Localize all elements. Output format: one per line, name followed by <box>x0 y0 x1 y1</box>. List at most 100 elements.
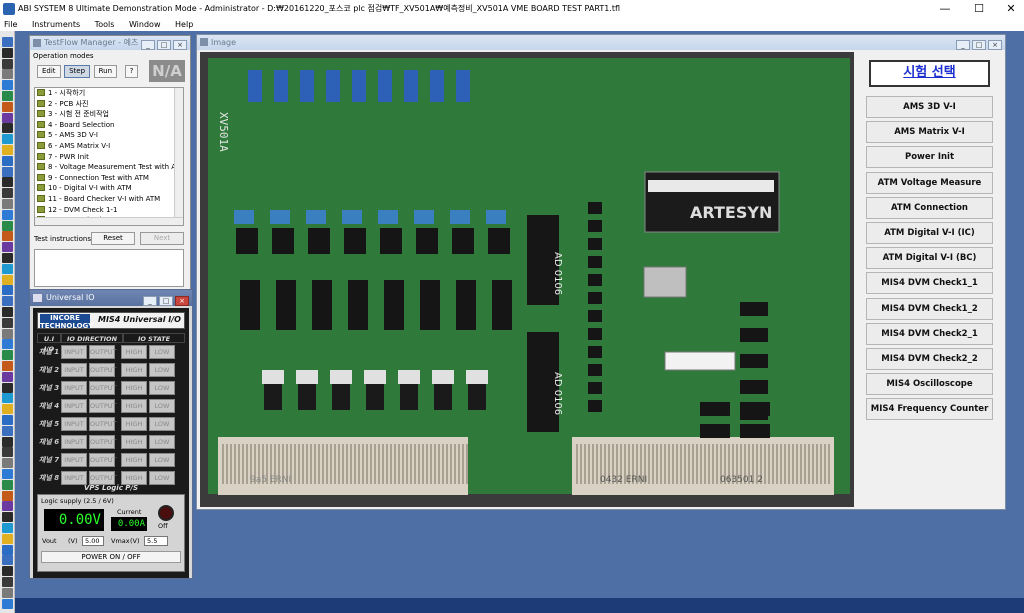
high-button[interactable]: HIGH <box>121 399 147 413</box>
testflow-item[interactable]: 4 - Board Selection <box>35 120 183 131</box>
high-button[interactable]: HIGH <box>121 363 147 377</box>
input-button[interactable]: INPUT <box>61 417 87 431</box>
test-button[interactable]: MIS4 DVM Check2_2 <box>866 348 993 370</box>
testflow-item[interactable]: 10 - Digital V-I with ATM <box>35 183 183 194</box>
menu-window[interactable]: Window <box>129 19 161 31</box>
high-button[interactable]: HIGH <box>121 453 147 467</box>
mode-edit-button[interactable]: Edit <box>37 65 61 78</box>
toolbar-tool-icon[interactable] <box>2 490 13 501</box>
toolbar-tool-icon[interactable] <box>2 328 13 339</box>
input-button[interactable]: INPUT <box>61 363 87 377</box>
toolbar-tool-icon[interactable] <box>2 188 13 199</box>
test-button[interactable]: MIS4 DVM Check2_1 <box>866 322 993 345</box>
toolbar-tool-icon[interactable] <box>2 469 13 479</box>
toolbar-tool-icon[interactable] <box>2 231 13 242</box>
mode-step-button[interactable]: Step <box>64 65 91 78</box>
testflow-item[interactable]: 9 - Connection Test with ATM <box>35 173 183 184</box>
input-button[interactable]: INPUT <box>61 435 87 449</box>
toolbar-tool-icon[interactable] <box>2 587 13 598</box>
output-button[interactable]: OUTPUT <box>89 453 117 467</box>
low-button[interactable]: LOW <box>149 453 175 467</box>
toolbar-tool-icon[interactable] <box>2 253 13 263</box>
low-button[interactable]: LOW <box>149 363 175 377</box>
maximize-button[interactable]: ☐ <box>964 0 994 19</box>
output-button[interactable]: OUTPUT <box>89 399 117 413</box>
toolbar-tool-icon[interactable] <box>2 220 13 231</box>
toolbar-tool-icon[interactable] <box>2 242 13 253</box>
test-button[interactable]: ATM Digital V-I (BC) <box>866 247 993 270</box>
toolbar-tool-icon[interactable] <box>2 479 13 490</box>
high-button[interactable]: HIGH <box>121 381 147 395</box>
toolbar-tool-icon[interactable] <box>2 37 13 47</box>
toolbar-tool-icon[interactable] <box>2 69 13 80</box>
toolbar-tool-icon[interactable] <box>2 296 13 307</box>
toolbar-tool-icon[interactable] <box>2 523 13 533</box>
toolbar-tool-icon[interactable] <box>2 177 13 188</box>
input-button[interactable]: INPUT <box>61 381 87 395</box>
testflow-maximize-button[interactable]: □ <box>157 40 171 50</box>
toolbar-tool-icon[interactable] <box>2 58 13 69</box>
testflow-list-hscroll[interactable] <box>35 217 183 225</box>
image-close-button[interactable]: × <box>988 40 1002 50</box>
toolbar-tool-icon[interactable] <box>2 458 13 469</box>
testflow-close-button[interactable]: × <box>173 40 187 50</box>
test-button[interactable]: MIS4 Oscilloscope <box>866 373 993 396</box>
toolbar-tool-icon[interactable] <box>2 209 13 220</box>
toolbar-tool-icon[interactable] <box>2 598 13 609</box>
low-button[interactable]: LOW <box>149 345 175 359</box>
mode-run-button[interactable]: Run <box>93 65 118 78</box>
reset-button[interactable]: Reset <box>91 232 135 245</box>
input-button[interactable]: INPUT <box>61 399 87 413</box>
toolbar-tool-icon[interactable] <box>2 145 13 155</box>
toolbar-tool-icon[interactable] <box>2 350 13 361</box>
high-button[interactable]: HIGH <box>121 435 147 449</box>
image-minimize-button[interactable]: _ <box>956 40 970 50</box>
low-button[interactable]: LOW <box>149 399 175 413</box>
test-button[interactable]: ATM Connection <box>866 196 993 219</box>
uio-maximize-button[interactable]: □ <box>159 296 173 306</box>
mode-help-button[interactable]: ? <box>124 65 139 78</box>
toolbar-tool-icon[interactable] <box>2 361 13 371</box>
vmax-input[interactable]: 5.5 <box>144 536 168 546</box>
test-button[interactable]: Power Init <box>866 146 993 169</box>
toolbar-tool-icon[interactable] <box>2 307 13 317</box>
toolbar-tool-icon[interactable] <box>2 47 13 58</box>
output-button[interactable]: OUTPUT <box>89 471 117 485</box>
output-button[interactable]: OUTPUT <box>89 381 117 395</box>
toolbar-tool-icon[interactable] <box>2 134 13 145</box>
input-button[interactable]: INPUT <box>61 453 87 467</box>
minimize-button[interactable]: — <box>930 0 960 19</box>
input-button[interactable]: INPUT <box>61 471 87 485</box>
testflow-item[interactable]: 8 - Voltage Measurement Test with ATM <box>35 162 183 173</box>
test-selection-header[interactable]: 시험 선택 <box>869 60 990 87</box>
toolbar-tool-icon[interactable] <box>2 101 13 112</box>
test-button[interactable]: AMS Matrix V-I <box>866 121 993 144</box>
toolbar-tool-icon[interactable] <box>2 501 13 512</box>
toolbar-tool-icon[interactable] <box>2 123 13 134</box>
testflow-item[interactable]: 7 - PWR Init <box>35 152 183 163</box>
low-button[interactable]: LOW <box>149 381 175 395</box>
high-button[interactable]: HIGH <box>121 417 147 431</box>
toolbar-tool-icon[interactable] <box>2 566 13 577</box>
menu-file[interactable]: File <box>4 19 17 31</box>
testflow-item[interactable]: 3 - 시험 전 준비작업 <box>35 109 183 120</box>
toolbar-tool-icon[interactable] <box>2 199 13 209</box>
menu-tools[interactable]: Tools <box>95 19 115 31</box>
high-button[interactable]: HIGH <box>121 345 147 359</box>
high-button[interactable]: HIGH <box>121 471 147 485</box>
vout-input[interactable]: 5.00 <box>82 536 104 546</box>
toolbar-tool-icon[interactable] <box>2 512 13 523</box>
test-button[interactable]: AMS 3D V-I <box>866 96 993 118</box>
toolbar-tool-icon[interactable] <box>2 285 13 296</box>
output-button[interactable]: OUTPUT <box>89 363 117 377</box>
toolbar-tool-icon[interactable] <box>2 436 13 447</box>
power-toggle-button[interactable]: POWER ON / OFF <box>41 551 181 563</box>
uio-close-button[interactable]: × <box>175 296 189 306</box>
testflow-minimize-button[interactable]: _ <box>141 40 155 50</box>
toolbar-tool-icon[interactable] <box>2 577 13 587</box>
toolbar-tool-icon[interactable] <box>2 91 13 101</box>
test-button[interactable]: ATM Digital V-I (IC) <box>866 222 993 244</box>
toolbar-tool-icon[interactable] <box>2 263 13 274</box>
test-button[interactable]: ATM Voltage Measure <box>866 171 993 194</box>
testflow-list-vscroll[interactable] <box>174 88 183 225</box>
